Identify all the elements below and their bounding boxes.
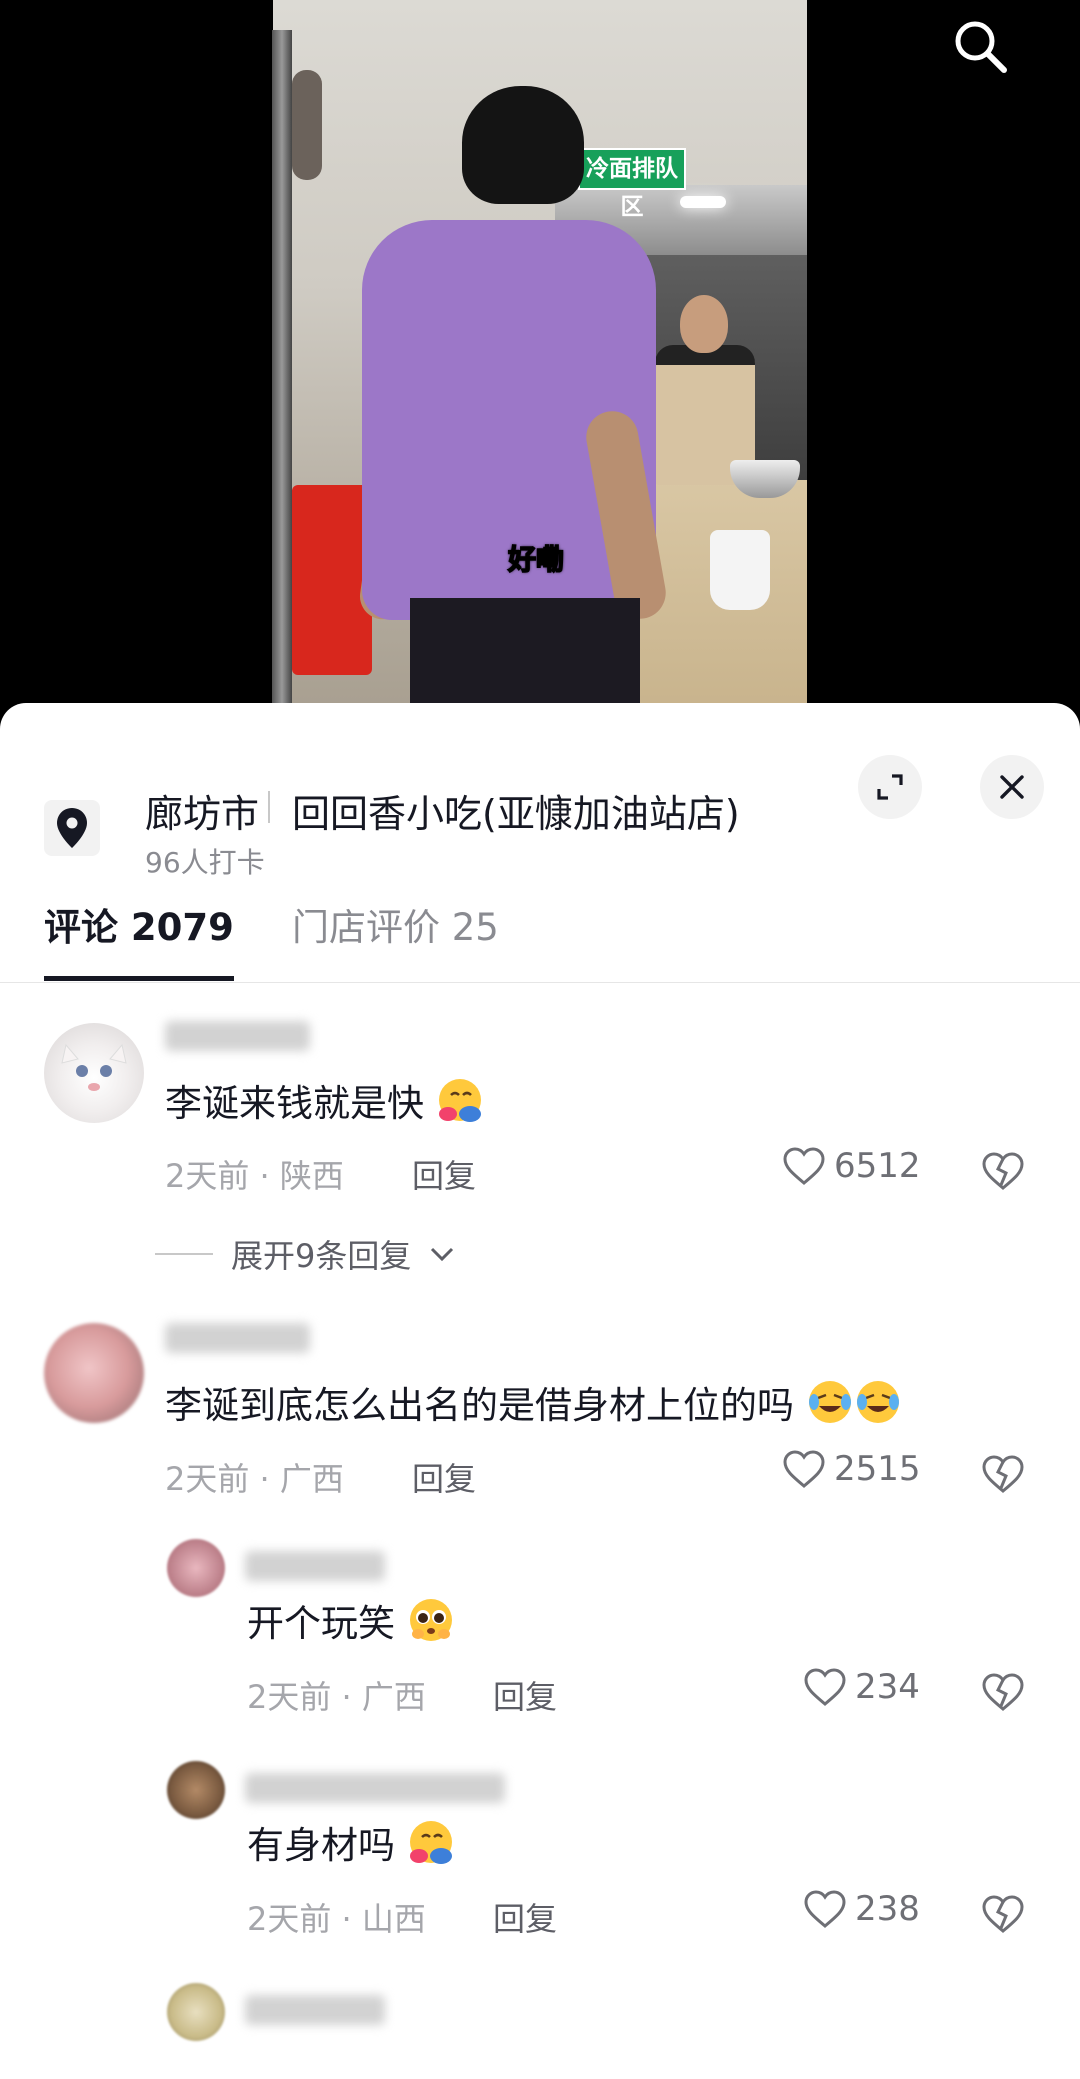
- location-city: 廊坊市: [145, 792, 260, 836]
- comment-meta: 2天前 · 广西: [165, 1460, 344, 1498]
- expand-replies-label: 展开9条回复: [231, 1237, 412, 1275]
- dislike-button[interactable]: [978, 1889, 1028, 1939]
- like-button[interactable]: 234: [803, 1667, 920, 1707]
- hood-light: [680, 196, 726, 208]
- expand-replies-button[interactable]: 展开9条回复: [155, 1231, 455, 1277]
- like-count: 234: [855, 1667, 920, 1707]
- reply-text: 开个玩笑: [247, 1593, 455, 1647]
- heart-icon: [783, 1147, 825, 1185]
- avatar[interactable]: [44, 1023, 144, 1123]
- heart-icon: [804, 1890, 846, 1928]
- reply-button[interactable]: 回复: [412, 1454, 476, 1500]
- reply-text-content: 开个玩笑: [247, 1602, 395, 1645]
- tab-comments[interactable]: 评论 2079: [44, 883, 234, 983]
- dislike-button[interactable]: [978, 1667, 1028, 1717]
- laughing-crying-emoji-icon: [856, 1381, 899, 1423]
- like-count: 238: [855, 1889, 920, 1929]
- avatar[interactable]: [167, 1983, 225, 2041]
- chevron-down-icon: [431, 1247, 454, 1262]
- username[interactable]: [245, 1551, 385, 1581]
- broken-heart-icon: [982, 1152, 1024, 1190]
- like-count: 2515: [834, 1449, 921, 1489]
- location-pin-badge: [44, 800, 100, 856]
- username[interactable]: [165, 1021, 310, 1051]
- reply-button[interactable]: 回复: [493, 1672, 557, 1718]
- person-hat: [462, 86, 584, 204]
- reply-button[interactable]: 回复: [412, 1151, 476, 1197]
- pleading-face-emoji-icon: [409, 1599, 452, 1641]
- like-button[interactable]: 238: [803, 1889, 920, 1929]
- location-store-name[interactable]: 回回香小吃(亚慷加油站店): [292, 783, 740, 838]
- tab-bar: 评论 2079 门店评价 25: [0, 883, 1080, 983]
- heart-icon: [804, 1668, 846, 1706]
- comment-text-content: 李诞来钱就是快: [165, 1082, 424, 1125]
- reply-meta: 2天前 · 山西: [247, 1900, 426, 1938]
- tab-store-reviews[interactable]: 门店评价 25: [292, 883, 499, 983]
- reply-meta: 2天前 · 广西: [247, 1678, 426, 1716]
- comment-meta: 2天前 · 陕西: [165, 1157, 344, 1195]
- expand-icon: [877, 774, 903, 800]
- video-player[interactable]: 冷面排队区 好嘞: [0, 0, 1080, 715]
- broken-heart-icon: [982, 1895, 1024, 1933]
- like-button[interactable]: 6512: [782, 1146, 921, 1186]
- username[interactable]: [245, 1995, 385, 2025]
- avatar[interactable]: [44, 1323, 144, 1423]
- reply-text: 有身材吗: [247, 1815, 455, 1869]
- dislike-button[interactable]: [978, 1146, 1028, 1196]
- avatar[interactable]: [167, 1539, 225, 1597]
- close-button[interactable]: [980, 755, 1044, 819]
- comments-sheet: 廊坊市 回回香小吃(亚慷加油站店) 96人打卡 评论 2079 门店评价 25: [0, 703, 1080, 2079]
- comment-text-content: 李诞到底怎么出名的是借身材上位的吗: [165, 1384, 794, 1427]
- reply-button[interactable]: 回复: [493, 1894, 557, 1940]
- expand-line: [155, 1253, 213, 1255]
- like-count: 6512: [834, 1146, 921, 1186]
- expand-button[interactable]: [858, 755, 922, 819]
- close-icon: [1000, 775, 1024, 799]
- dislike-button[interactable]: [978, 1449, 1028, 1499]
- location-divider: [268, 791, 270, 823]
- pole-lamp: [292, 70, 322, 180]
- location-checkins: 96人打卡: [145, 846, 265, 879]
- cat-avatar-icon: [61, 1043, 127, 1091]
- cook-head: [680, 295, 728, 353]
- video-subtitle: 好嘞: [507, 542, 565, 577]
- broken-heart-icon: [982, 1455, 1024, 1493]
- plastic-bag: [710, 530, 770, 610]
- hug-emoji-icon: [409, 1821, 452, 1864]
- red-bin: [292, 485, 372, 675]
- like-button[interactable]: 2515: [782, 1449, 921, 1489]
- search-icon: [955, 21, 1007, 73]
- queue-sign: 冷面排队区: [578, 148, 686, 220]
- pole: [272, 30, 292, 715]
- reply-text-content: 有身材吗: [247, 1824, 395, 1867]
- location-pin-icon: [57, 808, 87, 848]
- broken-heart-icon: [982, 1673, 1024, 1711]
- laughing-crying-emoji-icon: [808, 1381, 851, 1423]
- comment-text: 李诞到底怎么出名的是借身材上位的吗: [165, 1375, 902, 1429]
- username[interactable]: [165, 1323, 310, 1353]
- heart-icon: [783, 1450, 825, 1488]
- avatar[interactable]: [167, 1761, 225, 1819]
- hug-emoji-icon: [438, 1079, 481, 1122]
- username[interactable]: [245, 1773, 505, 1803]
- comment-text: 李诞来钱就是快: [165, 1073, 484, 1127]
- person-pants: [410, 598, 640, 715]
- search-button[interactable]: [946, 12, 1014, 80]
